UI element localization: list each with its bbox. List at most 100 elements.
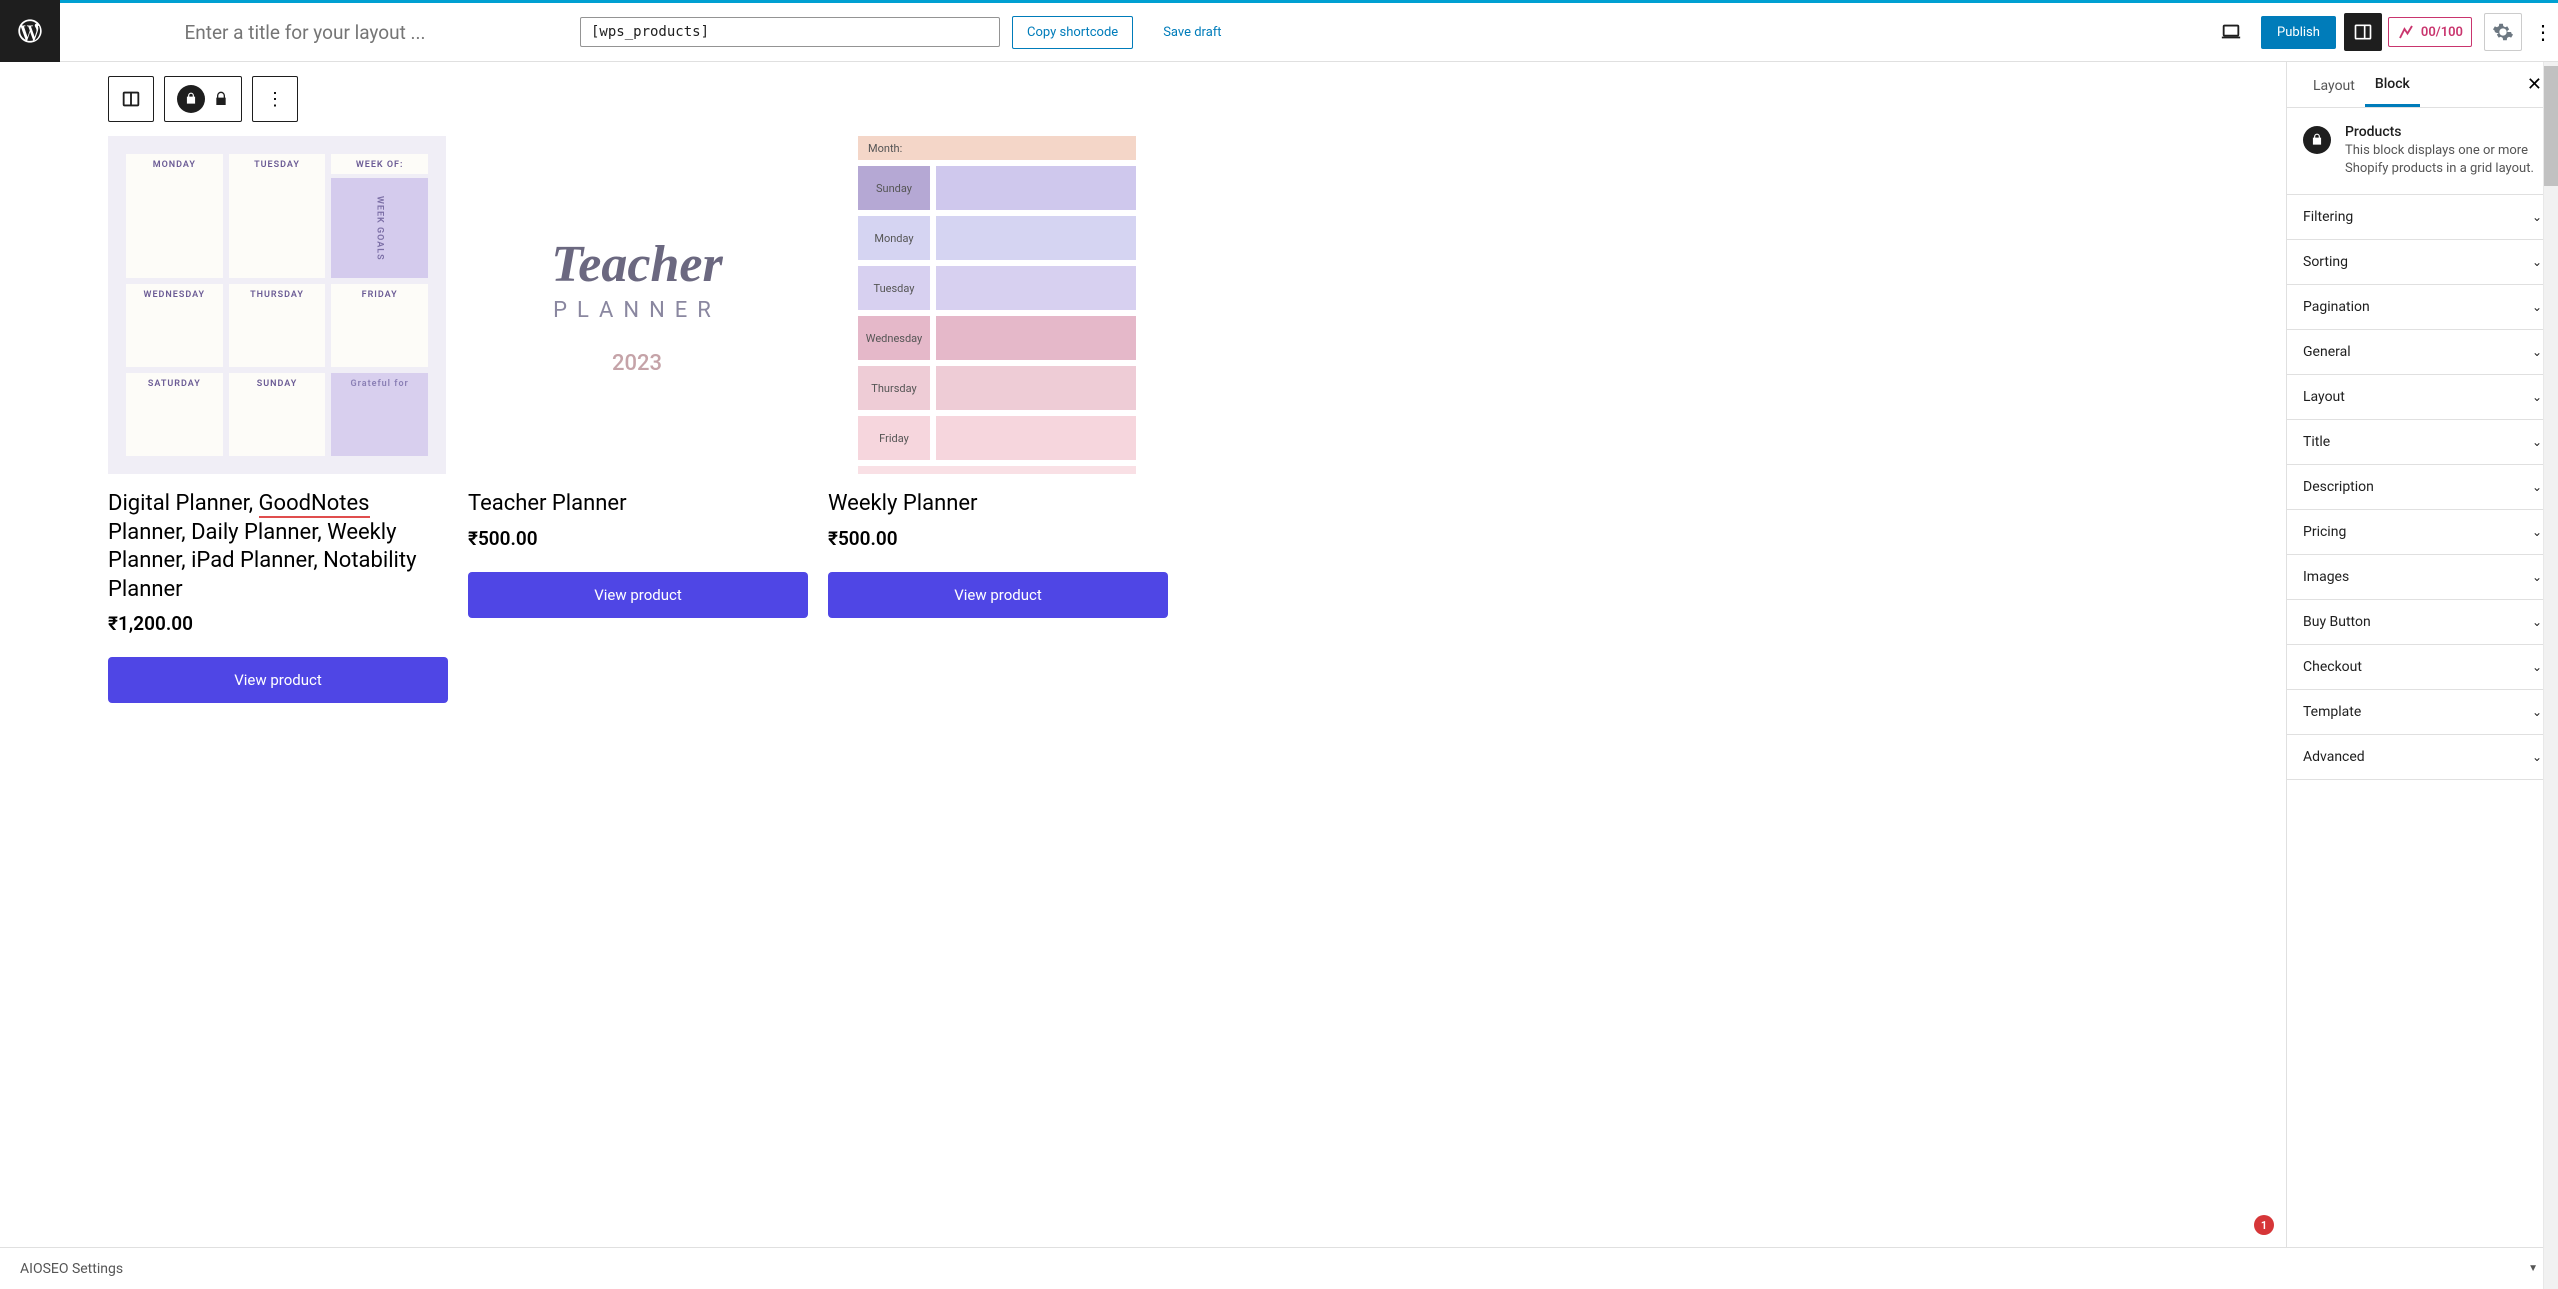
block-info-desc: This block displays one or more Shopify …: [2345, 142, 2542, 178]
planner-cell: TUESDAY: [229, 154, 326, 278]
panel-label: Layout: [2303, 389, 2345, 405]
panel-checkout[interactable]: Checkout ⌄: [2287, 645, 2558, 690]
product-title[interactable]: Weekly Planner: [828, 490, 1168, 519]
planner-cell: WEDNESDAY: [126, 284, 223, 367]
panel-label: Title: [2303, 434, 2330, 450]
block-info-title: Products: [2345, 124, 2542, 140]
panel-general[interactable]: General⌄: [2287, 330, 2558, 375]
save-draft-link[interactable]: Save draft: [1163, 25, 1221, 40]
day-label: Tuesday: [858, 266, 930, 310]
chevron-down-icon: ⌄: [2532, 705, 2542, 719]
panel-description[interactable]: Description⌄: [2287, 465, 2558, 510]
product-price: ₹500.00: [468, 527, 808, 550]
block-lock-button[interactable]: [164, 76, 242, 122]
chevron-down-icon: ⌄: [2532, 660, 2542, 674]
panel-layout[interactable]: Layout ⌄: [2287, 375, 2558, 420]
planner-cell: WEEK OF:: [331, 154, 428, 174]
editor-top-bar: Copy shortcode Save draft Publish 00/100…: [0, 0, 2558, 62]
aioseo-settings-button[interactable]: [2484, 13, 2522, 51]
wordpress-icon: [16, 17, 44, 45]
panel-label: Pricing: [2303, 524, 2346, 540]
panel-images[interactable]: Images ⌄: [2287, 555, 2558, 600]
scrollbar-track[interactable]: [2543, 62, 2558, 1289]
chevron-down-icon: ⌄: [2532, 615, 2542, 629]
planner-cell: SUNDAY: [229, 373, 326, 456]
product-image[interactable]: Teacher PLANNER 2023: [468, 136, 806, 474]
preview-desktop-icon[interactable]: [2211, 13, 2251, 51]
columns-icon: [120, 88, 142, 110]
panel-label: Checkout: [2303, 659, 2362, 675]
lock-icon: [213, 91, 229, 107]
block-toolbar: ⋮: [108, 76, 2178, 122]
tab-block[interactable]: Block: [2365, 62, 2420, 107]
chevron-down-icon: ⌄: [2532, 750, 2542, 764]
block-type-button[interactable]: [108, 76, 154, 122]
view-product-button[interactable]: View product: [828, 572, 1168, 618]
product-card: MONDAY TUESDAY WEEK OF: WEEK GOALS WEDNE…: [108, 136, 448, 703]
notification-badge[interactable]: 1: [2254, 1215, 2274, 1235]
gear-icon: [2492, 21, 2514, 43]
chevron-down-icon: ⌄: [2532, 345, 2542, 359]
panel-filtering[interactable]: Filtering ⌄: [2287, 195, 2558, 240]
chevron-down-icon: ⌄: [2532, 525, 2542, 539]
month-header: Month:: [858, 136, 1136, 160]
products-grid: MONDAY TUESDAY WEEK OF: WEEK GOALS WEDNE…: [108, 136, 2178, 703]
panel-label: Pagination: [2303, 299, 2370, 315]
bag-icon: [184, 92, 198, 106]
layout-title-input[interactable]: [60, 21, 550, 44]
more-options-button[interactable]: ⋮: [2528, 20, 2558, 44]
day-label: Wednesday: [858, 316, 930, 360]
product-card: Teacher PLANNER 2023 Teacher Planner ₹50…: [468, 136, 808, 703]
teacher-sub: PLANNER: [553, 298, 721, 323]
publish-button[interactable]: Publish: [2261, 16, 2336, 49]
day-label: Monday: [858, 216, 930, 260]
planner-cell: Grateful for: [331, 373, 428, 456]
chevron-down-icon: ⌄: [2532, 480, 2542, 494]
chevron-down-icon: ⌄: [2532, 210, 2542, 224]
chevron-down-icon: ⌄: [2532, 390, 2542, 404]
product-title[interactable]: Teacher Planner: [468, 490, 808, 519]
wordpress-logo[interactable]: [0, 0, 60, 62]
close-sidebar-icon[interactable]: ✕: [2527, 74, 2542, 95]
block-more-button[interactable]: ⋮: [252, 76, 298, 122]
footer-label: AIOSEO Settings: [20, 1261, 123, 1277]
settings-sidebar: Layout Block ✕ Products This block displ…: [2286, 62, 2558, 1247]
shortcode-input[interactable]: [580, 17, 1000, 47]
scrollbar-thumb[interactable]: [2544, 66, 2558, 186]
panel-label: Buy Button: [2303, 614, 2371, 630]
settings-toggle-button[interactable]: [2344, 13, 2382, 51]
day-label: Thursday: [858, 366, 930, 410]
day-label: Friday: [858, 416, 930, 460]
teacher-year: 2023: [612, 351, 662, 376]
tab-layout[interactable]: Layout: [2303, 64, 2365, 106]
panel-pagination[interactable]: Pagination⌄: [2287, 285, 2558, 330]
chevron-down-icon: ⌄: [2532, 570, 2542, 584]
product-image[interactable]: MONDAY TUESDAY WEEK OF: WEEK GOALS WEDNE…: [108, 136, 446, 474]
panel-advanced[interactable]: Advanced⌄: [2287, 735, 2558, 780]
chevron-down-icon: ⌄: [2532, 435, 2542, 449]
seo-score-icon: [2397, 23, 2415, 41]
product-price: ₹1,200.00: [108, 612, 448, 635]
sidebar-icon: [2353, 22, 2373, 42]
seo-score-value: 00/100: [2421, 25, 2463, 40]
product-title[interactable]: Digital Planner, GoodNotes Planner, Dail…: [108, 490, 448, 604]
product-image[interactable]: Month: Sunday Monday Tuesday Wednesday T…: [828, 136, 1166, 474]
panel-label: Filtering: [2303, 209, 2353, 225]
panel-template[interactable]: Template⌄: [2287, 690, 2558, 735]
footer-collapse-icon[interactable]: ▼: [2528, 1263, 2538, 1274]
footer-bar[interactable]: AIOSEO Settings ▼: [0, 1247, 2558, 1289]
block-editor-canvas[interactable]: ⋮ MONDAY TUESDAY WEEK OF: WEEK GOALS WED…: [0, 62, 2286, 1247]
panel-sorting[interactable]: Sorting⌄: [2287, 240, 2558, 285]
seo-score-box[interactable]: 00/100: [2388, 17, 2472, 47]
bag-icon: [2310, 133, 2324, 147]
panel-pricing[interactable]: Pricing ⌄: [2287, 510, 2558, 555]
view-product-button[interactable]: View product: [108, 657, 448, 703]
panel-title[interactable]: Title ⌄: [2287, 420, 2558, 465]
copy-shortcode-button[interactable]: Copy shortcode: [1012, 16, 1133, 49]
panel-label: Images: [2303, 569, 2349, 585]
panel-label: Sorting: [2303, 254, 2348, 270]
teacher-script: Teacher: [551, 235, 722, 294]
panel-buy-button[interactable]: Buy Button ⌄: [2287, 600, 2558, 645]
block-info: Products This block displays one or more…: [2287, 108, 2558, 195]
view-product-button[interactable]: View product: [468, 572, 808, 618]
